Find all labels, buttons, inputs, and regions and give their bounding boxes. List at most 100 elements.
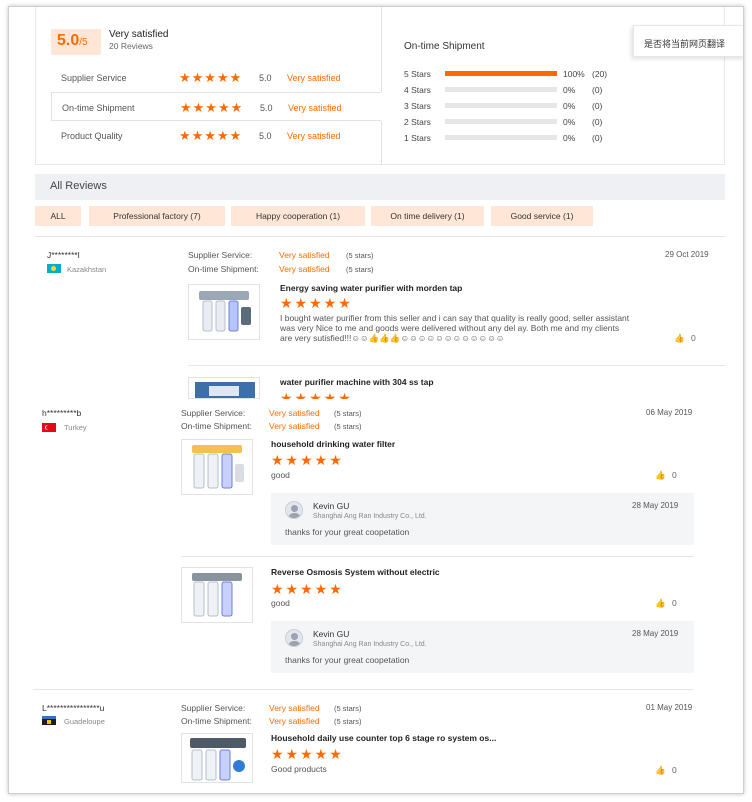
guadeloupe-flag-icon — [42, 716, 56, 725]
reply-date: 28 May 2019 — [632, 629, 679, 638]
ontime-shipment-stars: (5 stars) — [334, 422, 362, 431]
like-button[interactable]: 👍 0 — [655, 765, 677, 776]
divider — [181, 556, 694, 557]
divider — [188, 365, 725, 366]
supplier-service-stars: (5 stars) — [334, 704, 362, 713]
product-star-rating: ★★★★★ — [280, 295, 353, 311]
reply-date: 28 May 2019 — [632, 501, 679, 510]
supplier-avatar — [285, 629, 303, 647]
like-count: 0 — [690, 333, 696, 343]
star-rating: ★★★★★ — [179, 70, 243, 85]
filter-tag-all[interactable]: ALL — [35, 206, 81, 226]
filter-tag-label: On time delivery (1) — [390, 211, 465, 221]
breakdown-title: On-time Shipment — [404, 41, 485, 52]
reviews-page: 5.0/5 Very satisfied 20 Reviews Supplier… — [8, 6, 744, 794]
like-count: 0 — [671, 470, 677, 480]
divider — [381, 121, 382, 165]
breakdown-percent: 0% — [563, 117, 576, 127]
ontime-shipment-value: Very satisfied — [269, 421, 320, 431]
breakdown-bar — [445, 119, 557, 124]
review-date: 29 Oct 2019 — [665, 250, 709, 259]
ontime-shipment-label: On-time Shipment: — [188, 264, 259, 274]
review-text: I bought water purifier from this seller… — [280, 313, 630, 343]
product-thumbnail[interactable] — [181, 439, 253, 495]
review-count: 20 Reviews — [109, 41, 153, 51]
ontime-shipment-stars: (5 stars) — [346, 265, 374, 274]
breakdown-label: 1 Stars — [404, 133, 431, 143]
breakdown-bar — [445, 103, 557, 108]
review-text: good — [271, 470, 290, 480]
product-title[interactable]: Energy saving water purifier with morden… — [280, 283, 462, 293]
breakdown-percent: 100% — [563, 69, 585, 79]
like-count: 0 — [671, 765, 677, 775]
reviewer-name: J********l — [47, 250, 80, 260]
like-button[interactable]: 👍 0 — [655, 470, 677, 481]
breakdown-label: 2 Stars — [404, 117, 431, 127]
divider — [381, 7, 382, 92]
reply-text: thanks for your great coopetation — [285, 655, 410, 665]
overall-score: 5.0 — [57, 32, 80, 49]
reviewer-name: h*********b — [42, 408, 82, 418]
filter-tag-professional-factory[interactable]: Professional factory (7) — [89, 206, 225, 226]
breakdown-bar — [445, 135, 557, 140]
product-thumbnail[interactable] — [181, 567, 253, 623]
supplier-service-label: Supplier Service: — [181, 703, 246, 713]
reviewer-country: Kazakhstan — [67, 265, 107, 274]
filter-tag-label: Professional factory (7) — [113, 211, 201, 221]
like-button[interactable]: 👍 0 — [655, 598, 677, 609]
overall-headline: Very satisfied — [109, 29, 169, 40]
rating-text: Very satisfied — [287, 73, 341, 83]
translate-prompt[interactable]: 是否将当前网页翻译 — [633, 25, 743, 57]
ontime-shipment-stars: (5 stars) — [334, 717, 362, 726]
product-title[interactable]: water purifier machine with 304 ss tap — [280, 377, 434, 387]
supplier-service-stars: (5 stars) — [334, 409, 362, 418]
supplier-service-label: Supplier Service: — [181, 408, 246, 418]
thumbs-up-icon: 👍 — [655, 765, 666, 775]
supplier-service-value: Very satisfied — [269, 408, 320, 418]
rating-row-supplier-service[interactable]: Supplier Service ★★★★★ 5.0 Very satisfie… — [51, 63, 381, 92]
breakdown-bar — [445, 71, 557, 76]
review-date: 01 May 2019 — [646, 703, 693, 712]
filter-tag-good-service[interactable]: Good service (1) — [491, 206, 593, 226]
supplier-reply: Kevin GU Shanghai Ang Ran Industry Co., … — [271, 621, 694, 673]
breakdown-label: 3 Stars — [404, 101, 431, 111]
product-thumbnail[interactable] — [188, 377, 260, 399]
review-text: Good products — [271, 764, 327, 774]
rating-label: On-time Shipment — [62, 103, 135, 113]
product-title[interactable]: household drinking water filter — [271, 439, 395, 449]
filter-tag-on-time-delivery[interactable]: On time delivery (1) — [371, 206, 484, 226]
divider — [33, 689, 694, 690]
overall-score-max: /5 — [79, 37, 88, 48]
breakdown-percent: 0% — [563, 85, 576, 95]
kazakhstan-flag-icon — [47, 264, 61, 273]
divider — [35, 236, 725, 237]
rating-text: Very satisfied — [287, 131, 341, 141]
breakdown-bar — [445, 87, 557, 92]
overall-score-badge: 5.0/5 — [51, 29, 101, 55]
ontime-shipment-label: On-time Shipment: — [181, 716, 252, 726]
thumbs-up-icon: 👍 — [674, 333, 685, 343]
product-thumbnail[interactable] — [188, 284, 260, 340]
product-star-rating: ★★★★★ — [271, 452, 344, 468]
rating-row-product-quality[interactable]: Product Quality ★★★★★ 5.0 Very satisfied — [51, 121, 381, 150]
rating-label: Product Quality — [61, 131, 123, 141]
supplier-service-stars: (5 stars) — [346, 251, 374, 260]
ontime-shipment-value: Very satisfied — [279, 264, 330, 274]
product-title[interactable]: Reverse Osmosis System without electric — [271, 567, 440, 577]
breakdown-count: (0) — [592, 101, 603, 111]
reviewer-country: Guadeloupe — [64, 717, 105, 726]
reviewer-country: Turkey — [64, 423, 87, 432]
product-title[interactable]: Household daily use counter top 6 stage … — [271, 733, 496, 743]
filter-tag-label: Happy cooperation (1) — [255, 211, 341, 221]
turkey-flag-icon — [42, 423, 56, 432]
thumbs-up-icon: 👍 — [655, 470, 666, 480]
rating-row-ontime-shipment[interactable]: On-time Shipment ★★★★★ 5.0 Very satisfie… — [51, 92, 381, 121]
product-thumbnail[interactable] — [181, 733, 253, 783]
filter-tag-happy-cooperation[interactable]: Happy cooperation (1) — [231, 206, 365, 226]
rating-score: 5.0 — [260, 103, 273, 113]
breakdown-percent: 0% — [563, 101, 576, 111]
filter-tag-label: Good service (1) — [510, 211, 574, 221]
supplier-reply: Kevin GU Shanghai Ang Ran Industry Co., … — [271, 493, 694, 545]
like-button[interactable]: 👍 0 — [674, 333, 696, 344]
all-reviews-header: All Reviews — [35, 174, 725, 200]
